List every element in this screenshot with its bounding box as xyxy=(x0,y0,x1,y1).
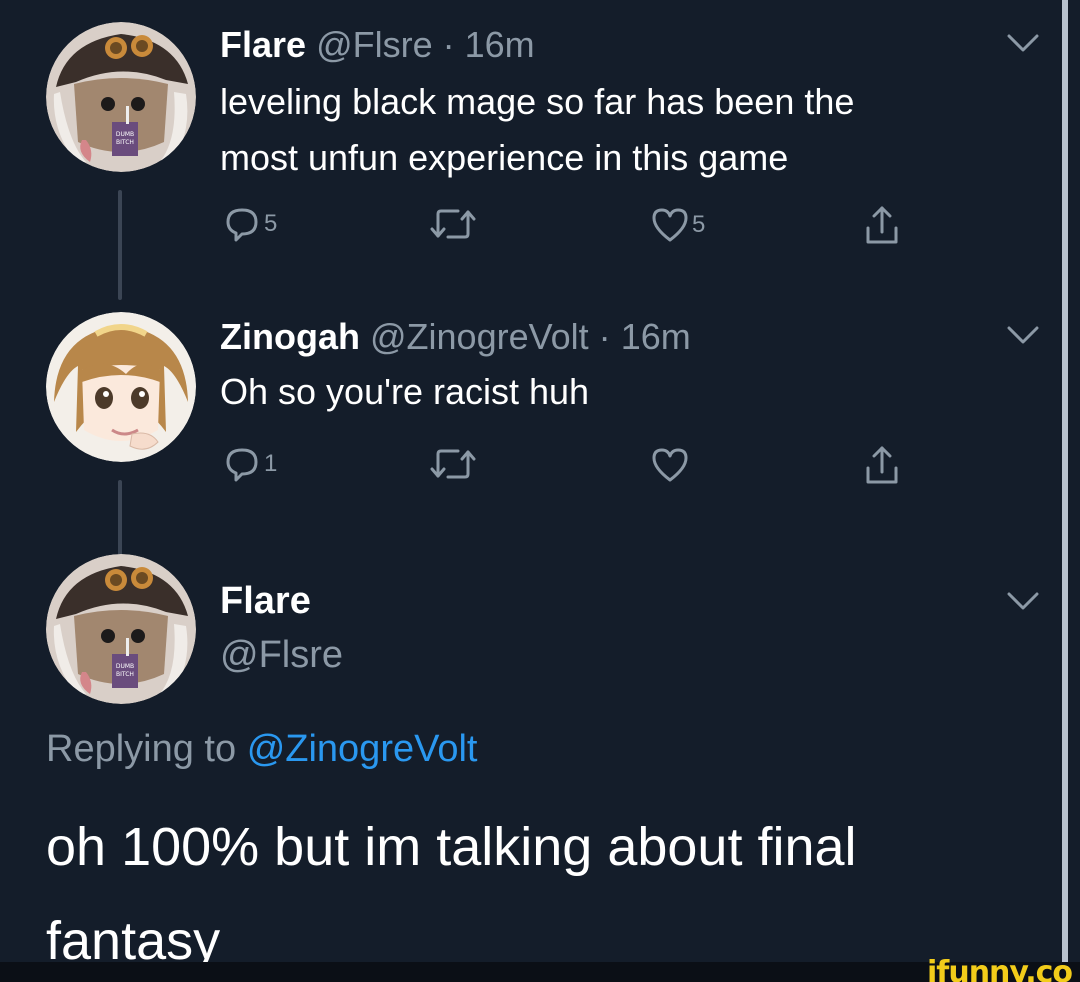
avatar-zinogah-image xyxy=(46,312,196,462)
svg-text:BITCH: BITCH xyxy=(116,671,134,678)
tweet3-menu-chevron[interactable] xyxy=(1006,590,1040,612)
tweet1-separator: · xyxy=(442,24,455,65)
chevron-down-icon xyxy=(1007,326,1039,344)
replying-prefix: Replying to xyxy=(46,728,237,770)
chevron-down-icon xyxy=(1007,592,1039,610)
svg-text:BITCH: BITCH xyxy=(116,139,134,146)
tweet1-header: Flare @Flsre · 16m xyxy=(220,24,535,66)
tweet1-text-line1: leveling black mage so far has been the xyxy=(220,81,855,122)
scrollbar-edge xyxy=(1062,0,1068,962)
tweet1-like-count: 5 xyxy=(692,211,706,238)
avatar-zinogah[interactable] xyxy=(46,312,196,462)
tweet2-menu-chevron[interactable] xyxy=(1006,324,1040,346)
tweet-thread: DUMB BITCH Flare @Flsre · 16m leveling b… xyxy=(0,0,1080,982)
tweet1-display-name[interactable]: Flare xyxy=(220,24,306,65)
chevron-down-icon xyxy=(1007,34,1039,52)
avatar-flare-image: DUMB BITCH xyxy=(46,22,196,172)
tweet2-header: Zinogah @ZinogreVolt · 16m xyxy=(220,316,691,358)
heart-icon xyxy=(652,208,688,242)
reply-bubble-icon xyxy=(226,208,258,242)
tweet1-text-line2: most unfun experience in this game xyxy=(220,137,789,178)
tweet3-text: oh 100% but im talking about final fanta… xyxy=(46,800,1046,982)
tweet2-separator: · xyxy=(598,316,611,357)
replying-to-line: Replying to @ZinogreVolt xyxy=(46,728,478,771)
avatar-flare-main-image: DUMB BITCH xyxy=(46,554,196,704)
tweet1-reply-count: 5 xyxy=(264,210,278,237)
tweet2-display-name[interactable]: Zinogah xyxy=(220,316,360,357)
tweet2-like-button[interactable] xyxy=(650,446,690,484)
tweet1-menu-chevron[interactable] xyxy=(1006,32,1040,54)
tweet2-reply-button[interactable]: 1 xyxy=(222,444,277,484)
tweet3-text-line1: oh 100% but im talking about final xyxy=(46,817,857,877)
tweet2-text: Oh so you're racist huh xyxy=(220,371,590,412)
avatar-flare-main[interactable]: DUMB BITCH xyxy=(46,554,196,704)
tweet3-display-name[interactable]: Flare xyxy=(220,580,311,623)
tweet2-reply-count: 1 xyxy=(264,450,278,477)
thread-connector xyxy=(118,190,122,300)
tweet2-timestamp[interactable]: 16m xyxy=(621,316,691,357)
reply-bubble-icon xyxy=(226,448,258,482)
share-icon xyxy=(866,206,898,244)
thread-connector-2 xyxy=(118,480,122,560)
tweet1-share-button[interactable] xyxy=(862,204,902,246)
retweet-icon xyxy=(430,449,476,479)
svg-text:DUMB: DUMB xyxy=(116,131,134,138)
tweet1-reply-button[interactable]: 5 xyxy=(222,204,277,244)
tweet1-retweet-button[interactable] xyxy=(430,206,476,242)
replying-mention-link[interactable]: @ZinogreVolt xyxy=(247,728,478,770)
tweet1-like-button[interactable]: 5 xyxy=(650,206,705,244)
tweet1-timestamp[interactable]: 16m xyxy=(465,24,535,65)
heart-icon xyxy=(652,448,688,482)
share-icon xyxy=(866,446,898,484)
tweet2-share-button[interactable] xyxy=(862,444,902,486)
footer-bar xyxy=(0,962,1080,982)
tweet2-retweet-button[interactable] xyxy=(430,446,476,482)
tweet3-handle[interactable]: @Flsre xyxy=(220,634,343,677)
tweet1-handle[interactable]: @Flsre xyxy=(316,24,433,65)
tweet2-handle[interactable]: @ZinogreVolt xyxy=(370,316,589,357)
retweet-icon xyxy=(430,209,476,239)
avatar-flare[interactable]: DUMB BITCH xyxy=(46,22,196,172)
svg-text:DUMB: DUMB xyxy=(116,663,134,670)
ifunny-watermark: ifunny.co xyxy=(927,955,1073,982)
